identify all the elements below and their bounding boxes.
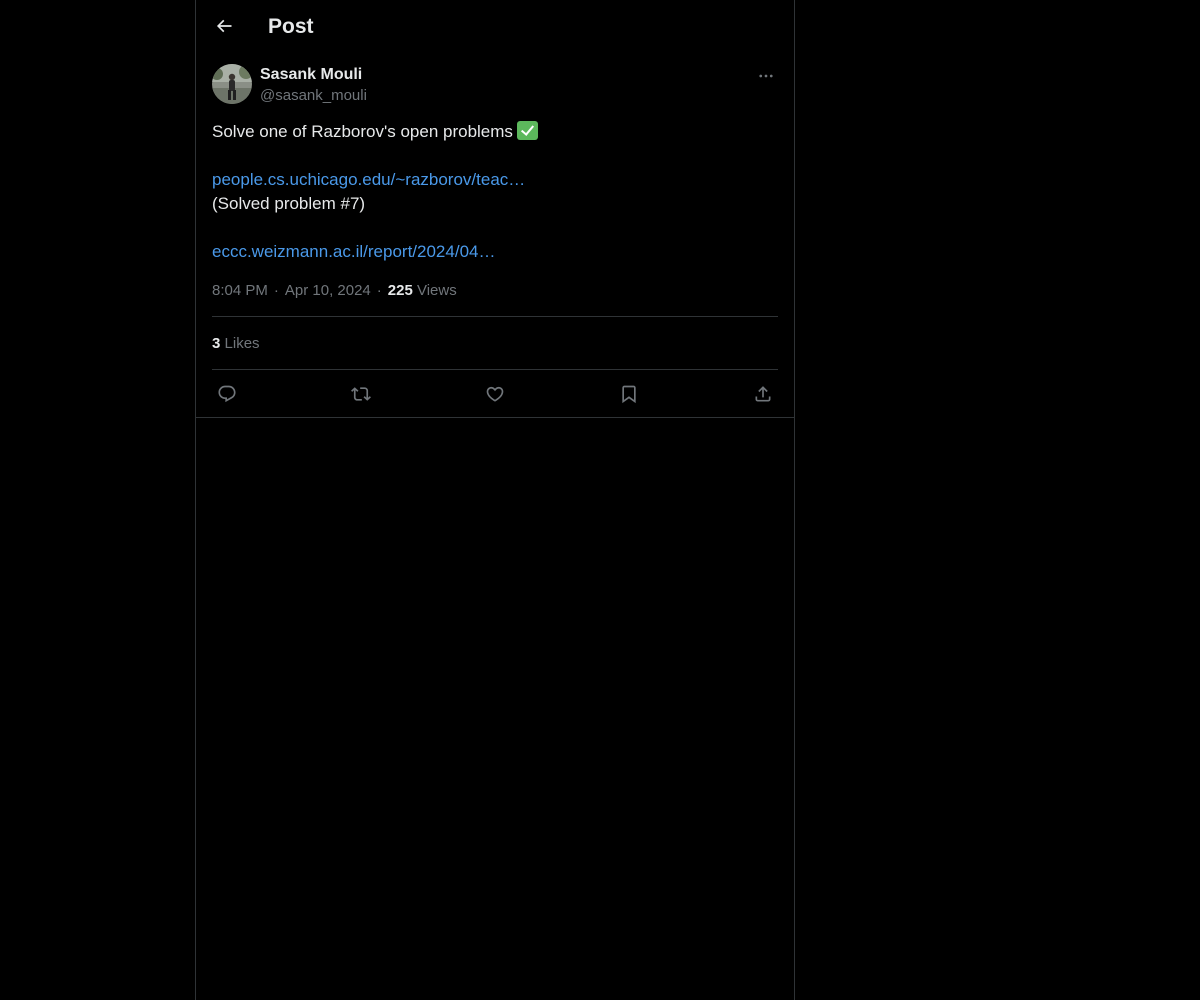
- back-button[interactable]: [208, 10, 240, 42]
- post-metadata: 8:04 PM · Apr 10, 2024 · 225 Views: [212, 281, 457, 301]
- like-button[interactable]: [479, 378, 511, 410]
- views-count: 225: [387, 282, 413, 299]
- author-name[interactable]: Sasank Mouli: [260, 65, 362, 85]
- header: Post: [196, 0, 794, 53]
- reply-icon: [217, 384, 237, 404]
- post-date[interactable]: Apr 10, 2024: [285, 282, 371, 299]
- check-mark-button-icon: [516, 121, 538, 140]
- more-horizontal-icon: [757, 67, 775, 85]
- reply-button[interactable]: [211, 378, 243, 410]
- divider: [212, 316, 778, 317]
- likes-link[interactable]: 3 Likes: [212, 334, 260, 354]
- repost-icon: [351, 384, 371, 404]
- action-bar: [212, 378, 778, 410]
- divider: [196, 417, 794, 418]
- repost-button[interactable]: [345, 378, 377, 410]
- views-label: Views: [416, 282, 457, 299]
- more-options-button[interactable]: [754, 64, 778, 88]
- meta-separator: ·: [376, 282, 382, 299]
- likes-label: Likes: [224, 335, 260, 352]
- avatar[interactable]: [212, 64, 252, 104]
- bookmark-button[interactable]: [613, 378, 645, 410]
- arrow-left-icon: [214, 16, 234, 36]
- divider: [212, 369, 778, 370]
- page-title: Post: [268, 15, 314, 38]
- link-eccc-report[interactable]: eccc.weizmann.ac.il/report/2024/04…: [212, 242, 495, 261]
- post-text-line: Solve one of Razborov's open problems: [212, 120, 778, 144]
- share-button[interactable]: [747, 378, 779, 410]
- author-handle[interactable]: @sasank_mouli: [260, 86, 367, 106]
- post-text-solved: (Solved problem #7): [212, 194, 366, 213]
- post-time[interactable]: 8:04 PM: [212, 282, 268, 299]
- post-text: Solve one of Razborov's open problems: [212, 122, 513, 141]
- link-razborov-problems[interactable]: people.cs.uchicago.edu/~razborov/teac…: [212, 170, 525, 189]
- share-icon: [753, 384, 773, 404]
- post-body: Solve one of Razborov's open problems pe…: [212, 120, 778, 264]
- likes-count: 3: [212, 335, 221, 352]
- heart-icon: [485, 384, 505, 404]
- post-column: Post Sasank Mouli @sasank_mouli Solve on…: [195, 0, 795, 1000]
- meta-separator: ·: [273, 282, 279, 299]
- bookmark-icon: [619, 384, 639, 404]
